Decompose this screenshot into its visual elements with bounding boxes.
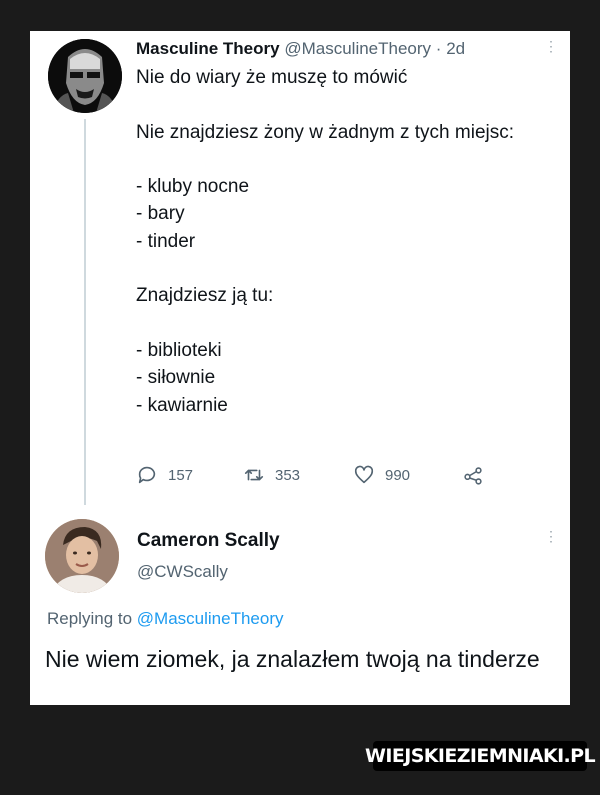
reply-author-avatar[interactable] (45, 519, 119, 593)
tweet-author-handle[interactable]: @MasculineTheory (284, 39, 431, 58)
watermark-logo: WIEJSKIEZIEMNIAKI.PL (365, 741, 596, 771)
comment-icon (138, 466, 156, 484)
retweet-count: 353 (275, 466, 301, 484)
reply-text: Nie wiem ziomek, ja znalazłem twoją na t… (45, 646, 540, 672)
tweet-text: Nie do wiary że muszę to mówić Nie znajd… (136, 67, 515, 416)
replying-to-line: Replying to @MasculineTheory (47, 609, 284, 629)
thread-connector-line (84, 119, 86, 505)
author-avatar-image (48, 39, 122, 113)
tweet-author-name[interactable]: Masculine Theory (136, 39, 280, 58)
tweet-screenshot-card: Masculine Theory @MasculineTheory · 2d ⋮… (30, 31, 570, 705)
replying-to-prefix: Replying to (47, 609, 133, 628)
share-icon (464, 467, 482, 485)
reply-more-icon[interactable]: ⋮ (544, 529, 558, 543)
reply-avatar-image (45, 519, 119, 593)
reply-author-name[interactable]: Cameron Scally (137, 530, 280, 552)
like-count: 990 (385, 466, 411, 484)
reply-action[interactable]: 157 (136, 464, 193, 486)
retweet-action[interactable]: 353 (243, 464, 300, 486)
reply-count: 157 (168, 466, 194, 484)
tweet-time[interactable]: 2d (446, 39, 465, 58)
like-action[interactable]: 990 (353, 464, 410, 486)
retweet-icon (244, 469, 264, 481)
heart-icon (354, 465, 374, 484)
tweet-actions: 157 353 990 (136, 464, 536, 488)
reply-author-handle[interactable]: @CWScally (137, 562, 228, 582)
replying-to-link[interactable]: @MasculineTheory (137, 609, 284, 628)
tweet-header: Masculine Theory @MasculineTheory · 2d (136, 39, 465, 59)
tweet-separator: · (435, 39, 442, 58)
share-action[interactable] (462, 464, 484, 486)
author-avatar[interactable] (48, 39, 122, 113)
tweet-more-icon[interactable]: ⋮ (544, 39, 558, 53)
